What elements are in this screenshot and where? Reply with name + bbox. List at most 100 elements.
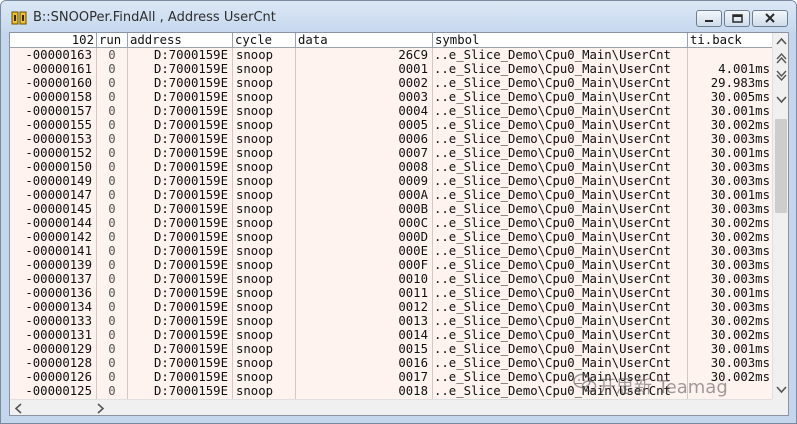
scroll-right-icon[interactable] bbox=[92, 400, 109, 415]
cell-cycle: snoop bbox=[236, 160, 274, 174]
cell-record: -00000163 bbox=[25, 48, 92, 62]
table-row[interactable]: -00000139 0 D:7000159E snoop 000F ..e_Slice_D… bbox=[10, 258, 772, 272]
cell-ti-back bbox=[688, 48, 772, 62]
cell-symbol: ..e_Slice_Demo\Cpu0_Main\UserCnt bbox=[434, 174, 671, 188]
cell-ti-back: 30.003ms bbox=[710, 300, 770, 314]
cell-address: D:7000159E bbox=[153, 104, 228, 118]
column-header-cycle[interactable]: cycle bbox=[233, 33, 296, 47]
title-bar[interactable]: B::SNOOPer.FindAll , Address UserCnt bbox=[1, 1, 796, 33]
table-row[interactable]: -00000136 0 D:7000159E snoop 0011 ..e_Slice_D… bbox=[10, 286, 772, 300]
cell-record: -00000139 bbox=[25, 258, 92, 272]
cell-cycle: snoop bbox=[236, 300, 274, 314]
table-row[interactable]: -00000155 0 D:7000159E snoop 0005 ..e_Slice_D… bbox=[10, 118, 772, 132]
cell-data: 0015 bbox=[398, 342, 428, 356]
cell-address: D:7000159E bbox=[153, 48, 228, 62]
cell-cycle: snoop bbox=[236, 62, 274, 76]
table-body[interactable]: -00000163 0 D:7000159E snoop 26C9 ..e_Slice_D… bbox=[10, 48, 772, 399]
cell-symbol: ..e_Slice_Demo\Cpu0_Main\UserCnt bbox=[434, 342, 671, 356]
cell-data: 0005 bbox=[398, 118, 428, 132]
cell-ti-back: 30.002ms bbox=[710, 314, 770, 328]
vertical-scroll-thumb[interactable] bbox=[775, 119, 787, 213]
cell-ti-back: 30.003ms bbox=[710, 174, 770, 188]
cell-record: -00000147 bbox=[25, 188, 92, 202]
scroll-up-icon[interactable] bbox=[773, 33, 788, 50]
close-button[interactable] bbox=[752, 10, 788, 27]
table-row[interactable]: -00000158 0 D:7000159E snoop 0003 ..e_Slice_D… bbox=[10, 90, 772, 104]
table-row[interactable]: -00000141 0 D:7000159E snoop 000E ..e_Slice_D… bbox=[10, 244, 772, 258]
column-header-data[interactable]: data bbox=[296, 33, 433, 47]
cell-cycle: snoop bbox=[236, 202, 274, 216]
cell-address: D:7000159E bbox=[153, 202, 228, 216]
cell-cycle: snoop bbox=[236, 188, 274, 202]
table-row[interactable]: -00000161 0 D:7000159E snoop 0001 ..e_Slice_D… bbox=[10, 62, 772, 76]
scroll-bottom-icon[interactable] bbox=[773, 381, 788, 398]
maximize-button[interactable] bbox=[724, 10, 750, 27]
cell-run: 0 bbox=[108, 48, 116, 62]
cell-cycle: snoop bbox=[236, 216, 274, 230]
cell-record: -00000149 bbox=[25, 174, 92, 188]
table-row[interactable]: -00000153 0 D:7000159E snoop 0006 ..e_Slice_D… bbox=[10, 132, 772, 146]
cell-cycle: snoop bbox=[236, 48, 274, 62]
cell-run: 0 bbox=[108, 230, 116, 244]
column-header-record[interactable]: 102 bbox=[10, 33, 97, 47]
table-row[interactable]: -00000129 0 D:7000159E snoop 0015 ..e_Slice_D… bbox=[10, 342, 772, 356]
scroll-down-icon[interactable] bbox=[773, 91, 788, 108]
vertical-scrollbar[interactable] bbox=[772, 33, 788, 399]
table-row[interactable]: -00000131 0 D:7000159E snoop 0014 ..e_Slice_D… bbox=[10, 328, 772, 342]
cell-ti-back: 30.002ms bbox=[710, 216, 770, 230]
trace-table: 102 run address cycle data symbol ti.back -000… bbox=[10, 33, 772, 399]
cell-run: 0 bbox=[108, 258, 116, 272]
column-header-symbol[interactable]: symbol bbox=[433, 33, 688, 47]
table-row[interactable]: -00000152 0 D:7000159E snoop 0007 ..e_Slice_D… bbox=[10, 146, 772, 160]
scrollbar-corner bbox=[772, 399, 788, 415]
cell-ti-back: 30.001ms bbox=[710, 188, 770, 202]
cell-record: -00000131 bbox=[25, 328, 92, 342]
cell-cycle: snoop bbox=[236, 230, 274, 244]
table-row[interactable]: -00000145 0 D:7000159E snoop 000B ..e_Slice_D… bbox=[10, 202, 772, 216]
table-row[interactable]: -00000157 0 D:7000159E snoop 0004 ..e_Slice_D… bbox=[10, 104, 772, 118]
table-row[interactable]: -00000133 0 D:7000159E snoop 0013 ..e_Slice_D… bbox=[10, 314, 772, 328]
cell-record: -00000158 bbox=[25, 90, 92, 104]
table-row[interactable]: -00000134 0 D:7000159E snoop 0012 ..e_Slice_D… bbox=[10, 300, 772, 314]
cell-record: -00000141 bbox=[25, 244, 92, 258]
table-row[interactable]: -00000160 0 D:7000159E snoop 0002 ..e_Slice_D… bbox=[10, 76, 772, 90]
table-row[interactable]: -00000147 0 D:7000159E snoop 000A ..e_Slice_D… bbox=[10, 188, 772, 202]
cell-cycle: snoop bbox=[236, 342, 274, 356]
minimize-button[interactable] bbox=[696, 10, 722, 27]
horizontal-scrollbar[interactable] bbox=[10, 399, 772, 415]
table-row[interactable]: -00000142 0 D:7000159E snoop 000D ..e_Slice_D… bbox=[10, 230, 772, 244]
cell-cycle: snoop bbox=[236, 104, 274, 118]
cell-cycle: snoop bbox=[236, 314, 274, 328]
cell-run: 0 bbox=[108, 314, 116, 328]
cell-record: -00000134 bbox=[25, 300, 92, 314]
cell-data: 000F bbox=[398, 258, 428, 272]
table-row[interactable]: -00000128 0 D:7000159E snoop 0016 ..e_Slice_D… bbox=[10, 356, 772, 370]
cell-data: 0004 bbox=[398, 104, 428, 118]
scroll-left-icon[interactable] bbox=[10, 400, 27, 415]
cell-symbol: ..e_Slice_Demo\Cpu0_Main\UserCnt bbox=[434, 118, 671, 132]
page-up-icon[interactable] bbox=[773, 50, 788, 67]
cell-symbol: ..e_Slice_Demo\Cpu0_Main\UserCnt bbox=[434, 76, 671, 90]
cell-address: D:7000159E bbox=[153, 384, 228, 398]
table-row[interactable]: -00000144 0 D:7000159E snoop 000C ..e_Slice_D… bbox=[10, 216, 772, 230]
cell-data: 0006 bbox=[398, 132, 428, 146]
table-row[interactable]: -00000137 0 D:7000159E snoop 0010 ..e_Slice_D… bbox=[10, 272, 772, 286]
cell-cycle: snoop bbox=[236, 286, 274, 300]
table-row[interactable]: -00000150 0 D:7000159E snoop 0008 ..e_Slice_D… bbox=[10, 160, 772, 174]
page-down-icon[interactable] bbox=[773, 67, 788, 84]
cell-ti-back: 30.002ms bbox=[710, 118, 770, 132]
cell-data: 0009 bbox=[398, 174, 428, 188]
cell-symbol: ..e_Slice_Demo\Cpu0_Main\UserCnt bbox=[434, 286, 671, 300]
cell-symbol: ..e_Slice_Demo\Cpu0_Main\UserCnt bbox=[434, 244, 671, 258]
column-header-run[interactable]: run bbox=[97, 33, 128, 47]
cell-cycle: snoop bbox=[236, 244, 274, 258]
table-row[interactable]: -00000163 0 D:7000159E snoop 26C9 ..e_Slice_D… bbox=[10, 48, 772, 62]
trace32-icon bbox=[11, 10, 27, 26]
cell-address: D:7000159E bbox=[153, 76, 228, 90]
table-row[interactable]: -00000149 0 D:7000159E snoop 0009 ..e_Slice_D… bbox=[10, 174, 772, 188]
cell-run: 0 bbox=[108, 202, 116, 216]
cell-address: D:7000159E bbox=[153, 328, 228, 342]
column-header-address[interactable]: address bbox=[128, 33, 233, 47]
cell-data: 0007 bbox=[398, 146, 428, 160]
column-header-ti-back[interactable]: ti.back bbox=[688, 33, 772, 47]
